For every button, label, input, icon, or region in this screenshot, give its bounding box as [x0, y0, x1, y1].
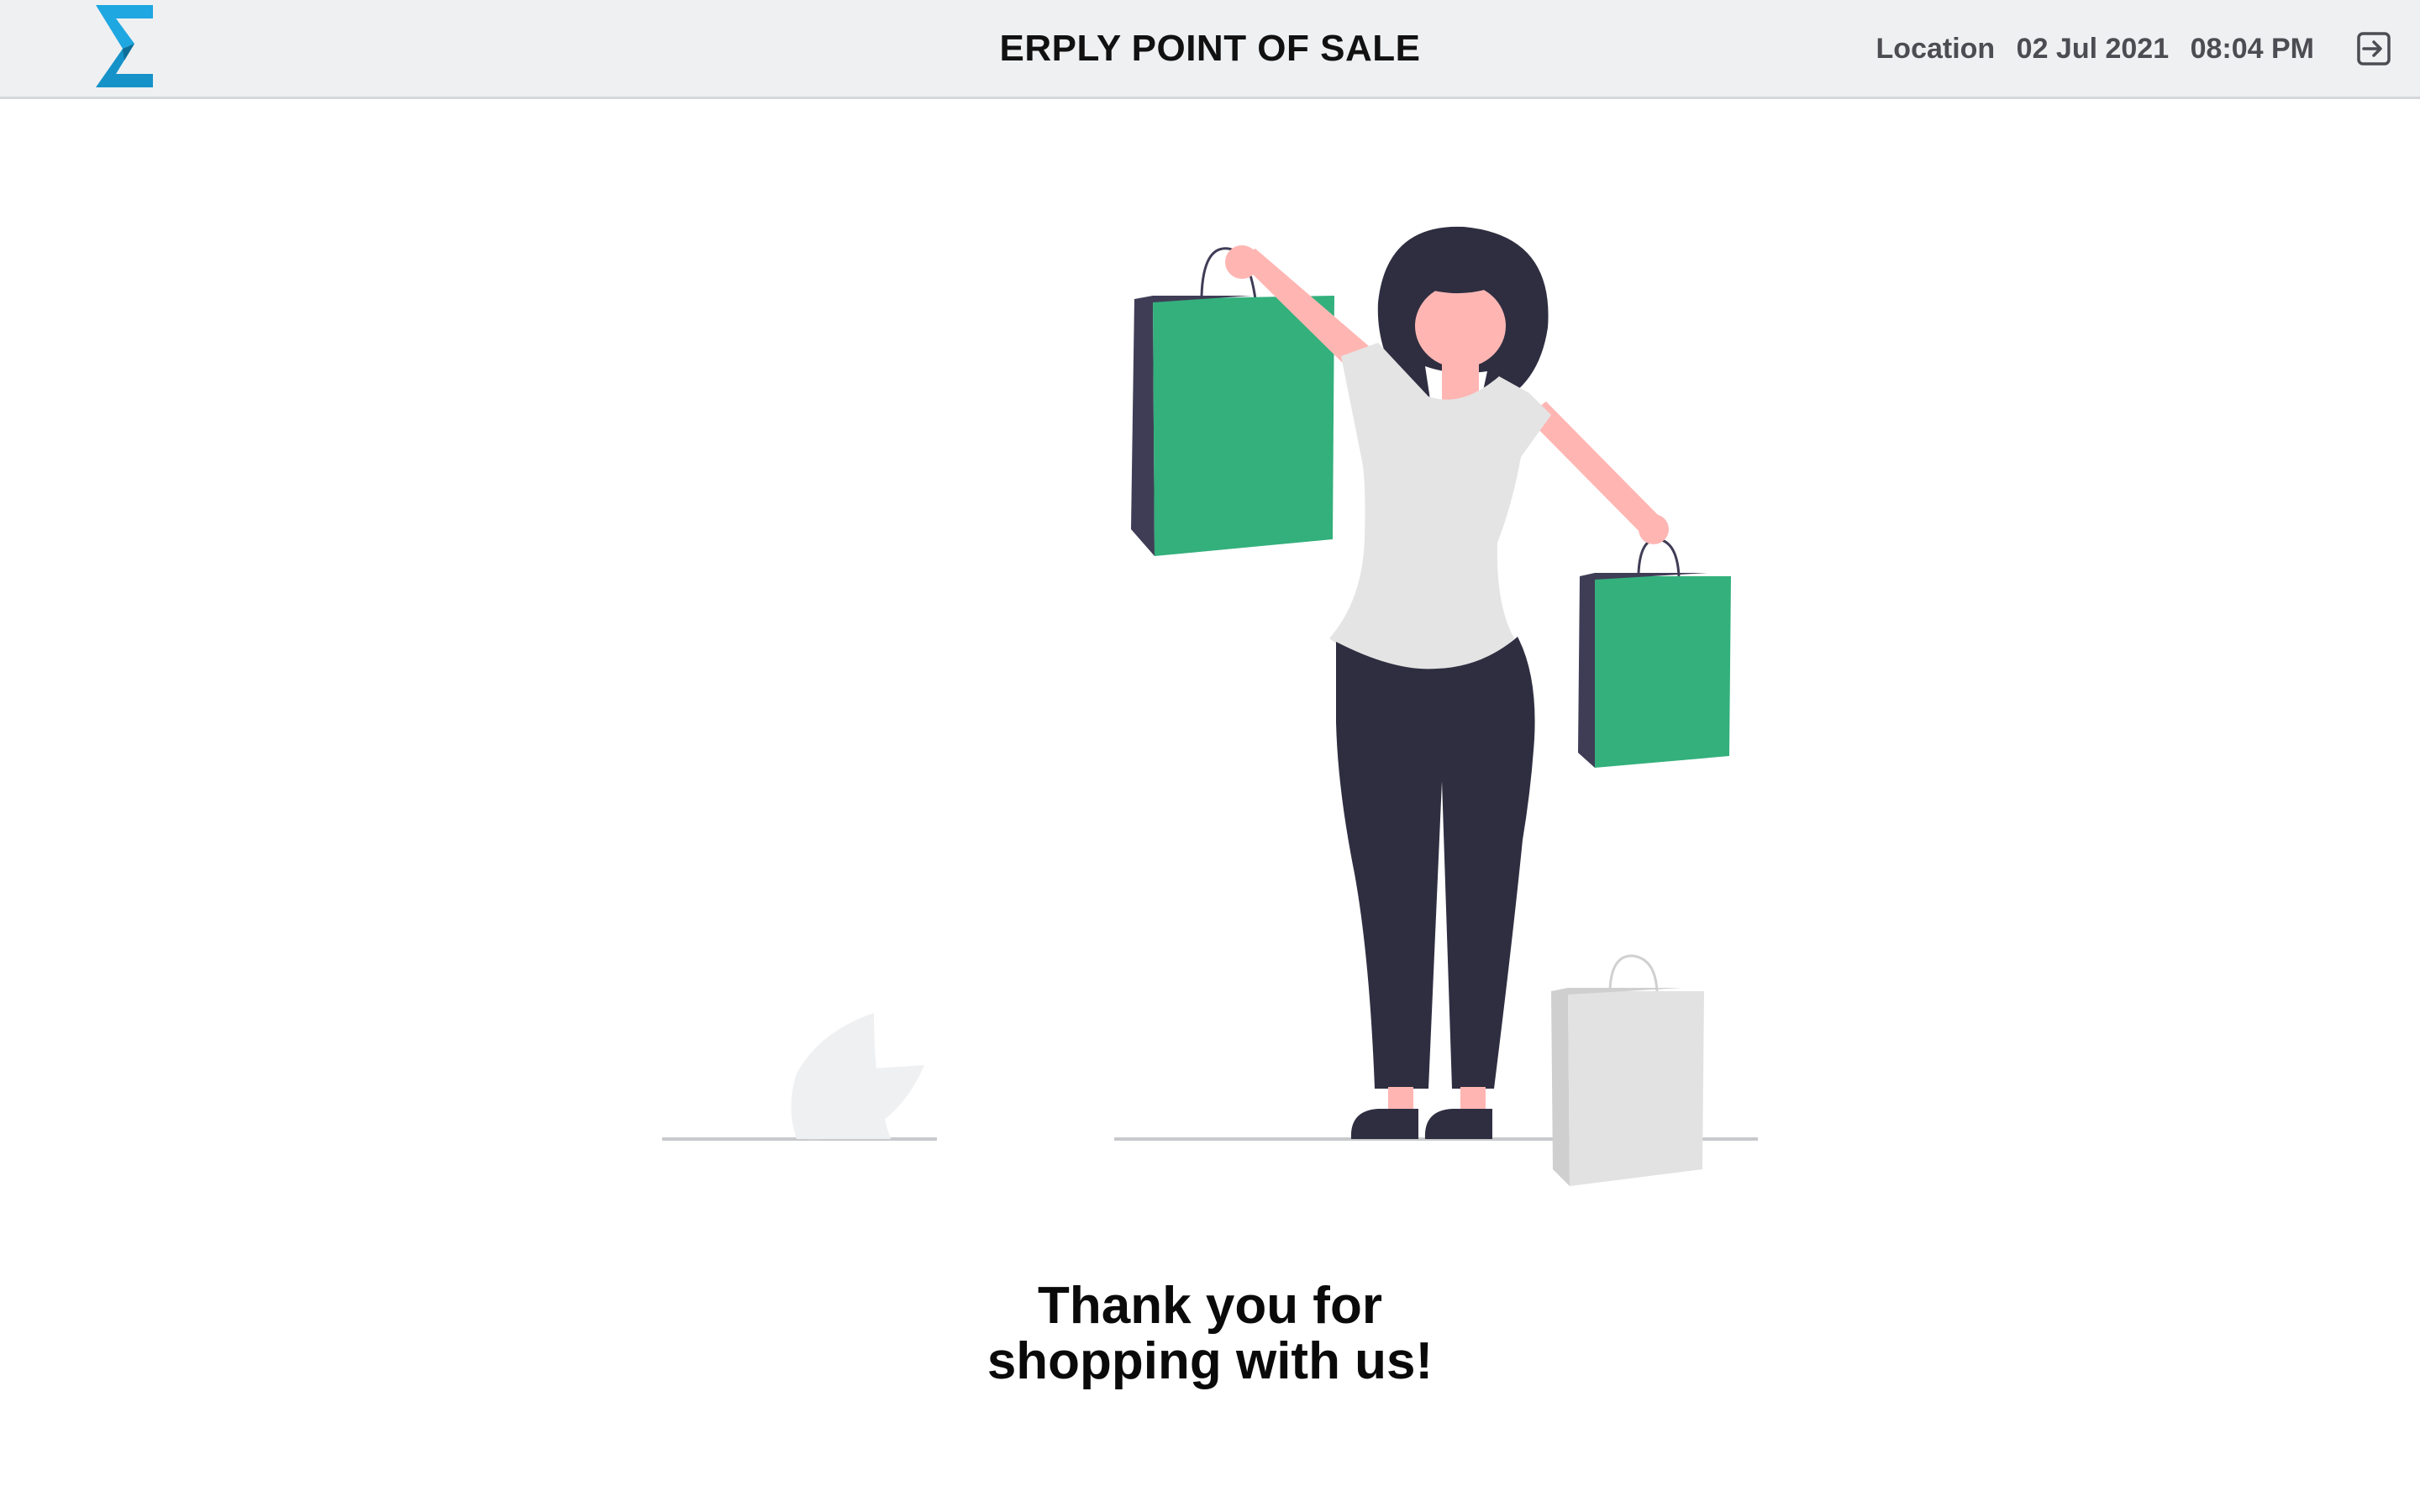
woman-right-arm [1526, 402, 1662, 538]
woman-shoe-left [1350, 1109, 1418, 1139]
woman-shoe-right [1424, 1109, 1492, 1139]
plant-leaves [791, 1013, 924, 1140]
erply-logo-icon [96, 5, 153, 87]
shopping-woman-illustration [662, 226, 1758, 1186]
woman-shirt [1329, 343, 1551, 671]
woman-face [1415, 284, 1506, 368]
app-title: ERPLY POINT OF SALE [999, 28, 1421, 69]
time-text: 08:04 PM [2190, 33, 2314, 65]
shopping-bag-right [1578, 538, 1731, 768]
thank-you-line-2: shopping with us! [986, 1332, 1434, 1390]
logout-icon[interactable] [2356, 31, 2391, 66]
location-label: Location [1876, 33, 1996, 65]
thank-you-line-1: Thank you for [1038, 1277, 1382, 1335]
date-text: 02 Jul 2021 [2016, 33, 2170, 65]
header-status: Location 02 Jul 2021 08:04 PM [1876, 29, 2314, 69]
screen: ERPLY POINT OF SALE Location 02 Jul 2021… [0, 0, 2420, 1512]
shopping-bag-floor [1551, 954, 1704, 1186]
woman-pants [1336, 637, 1535, 1089]
thank-you-message: Thank you for shopping with us! [874, 1278, 1546, 1389]
top-bar: ERPLY POINT OF SALE Location 02 Jul 2021… [0, 0, 2420, 99]
